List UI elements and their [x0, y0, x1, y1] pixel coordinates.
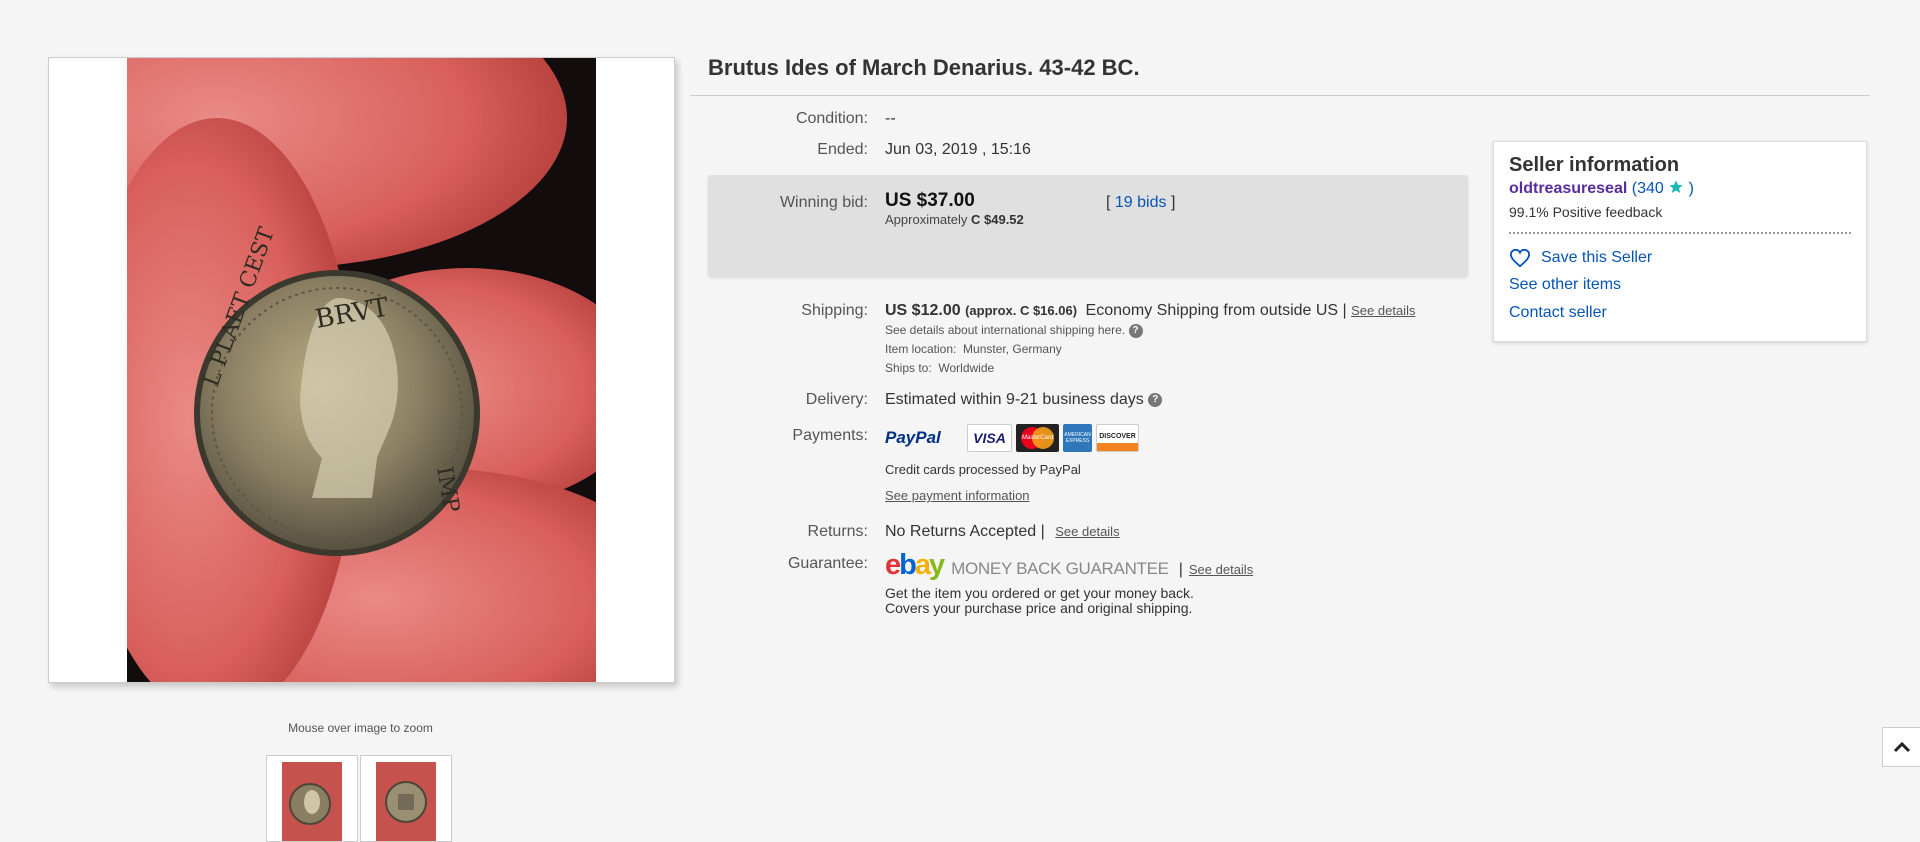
title-divider	[690, 95, 1870, 96]
returns-label: Returns:	[807, 523, 868, 540]
zoom-hint: Mouse over image to zoom	[288, 721, 433, 735]
ended-value: Jun 03, 2019 , 15:16	[885, 141, 1031, 158]
returns-value: No Returns Accepted |	[885, 523, 1045, 540]
shipping-see-details-link[interactable]: See details	[1351, 303, 1415, 318]
delivery-line: Estimated within 9-21 business days ?	[885, 391, 1163, 409]
thumbnail-1[interactable]	[266, 755, 358, 842]
payments-label: Payments:	[792, 427, 868, 444]
bid-history-link[interactable]: 19 bids	[1115, 194, 1167, 211]
guarantee-line: ebay MONEY BACK GUARANTEE | See details	[885, 549, 1253, 582]
item-title: Brutus Ides of March Denarius. 43-42 BC.	[708, 55, 1140, 80]
shipping-line: US $12.00 (approx. C $16.06) Economy Shi…	[885, 302, 1415, 320]
intl-shipping-text: See details about international shipping…	[885, 323, 1126, 337]
paypal-logo: PayPal	[885, 428, 941, 447]
discover-logo: DISCOVER	[1096, 424, 1139, 452]
positive-feedback: 99.1% Positive feedback	[1509, 204, 1663, 220]
delivery-value: Estimated within 9-21 business days	[885, 391, 1144, 408]
bid-count: [ 19 bids ]	[1106, 194, 1175, 212]
feedback-score-link[interactable]: 340	[1637, 180, 1664, 197]
amex-logo: AMERICAN EXPRESS	[1063, 424, 1092, 452]
guarantee-see-details-link[interactable]: See details	[1189, 562, 1253, 577]
intl-shipping-note: See details about international shipping…	[885, 323, 1143, 338]
guarantee-line-2: Covers your purchase price and original …	[885, 600, 1193, 616]
bids-bracket-close: ]	[1170, 194, 1176, 211]
thumbnail-2[interactable]	[360, 755, 452, 842]
seller-heading: Seller information	[1509, 154, 1680, 176]
seller-divider	[1509, 232, 1851, 234]
help-icon[interactable]: ?	[1128, 323, 1143, 338]
shipping-price: US $12.00	[885, 302, 961, 319]
item-location: Item location: Munster, Germany	[885, 342, 1062, 356]
item-location-label: Item location:	[885, 342, 957, 356]
save-seller-link[interactable]: Save this Seller	[1541, 249, 1652, 267]
shipping-method: Economy Shipping from outside US |	[1085, 302, 1347, 319]
shipping-approx: (approx. C $16.06)	[965, 303, 1078, 318]
returns-line: No Returns Accepted | See details	[885, 523, 1120, 541]
guarantee-label: Guarantee:	[787, 555, 868, 572]
chevron-up-icon	[1893, 741, 1911, 753]
save-seller-row[interactable]: Save this Seller	[1509, 248, 1851, 268]
guarantee-line-1: Get the item you ordered or get your mon…	[885, 585, 1194, 601]
guarantee-separator: |	[1178, 561, 1183, 578]
winning-bid-price: US $37.00	[885, 190, 975, 211]
back-to-top-button[interactable]	[1882, 727, 1920, 767]
delivery-label: Delivery:	[805, 391, 868, 408]
ebay-logo: ebay	[885, 549, 945, 581]
main-item-photo[interactable]: BRVT IMP L PLAET CEST	[127, 58, 596, 682]
ships-to-value: Worldwide	[938, 361, 995, 375]
guarantee-description: Get the item you ordered or get your mon…	[885, 586, 1194, 616]
heart-icon	[1509, 248, 1531, 268]
payment-info-link[interactable]: See payment information	[885, 488, 1030, 503]
approx-price: Approximately C $49.52	[885, 212, 1024, 227]
ended-label: Ended:	[817, 141, 868, 158]
winning-bid-label: Winning bid:	[779, 194, 868, 211]
visa-logo: VISA	[967, 424, 1012, 452]
contact-seller-link[interactable]: Contact seller	[1509, 304, 1851, 322]
item-location-value: Munster, Germany	[963, 342, 1062, 356]
cc-note: Credit cards processed by PayPal	[885, 462, 1081, 477]
condition-label: Condition:	[795, 110, 868, 127]
ships-to-label: Ships to:	[885, 361, 932, 375]
winning-bid-panel	[708, 175, 1468, 276]
thumbnail-1-graphic	[282, 762, 342, 841]
bids-bracket-open: [	[1106, 194, 1111, 211]
help-icon[interactable]: ?	[1148, 392, 1163, 407]
main-image-frame[interactable]: BRVT IMP L PLAET CEST	[48, 57, 675, 683]
returns-see-details-link[interactable]: See details	[1055, 524, 1119, 539]
seller-username-link[interactable]: oldtreasureseal	[1509, 180, 1627, 197]
approx-value: C $49.52	[971, 212, 1024, 227]
approx-prefix: Approximately	[885, 212, 968, 227]
seller-name-line: oldtreasureseal (340 )	[1509, 179, 1851, 198]
shipping-label: Shipping:	[801, 302, 868, 319]
see-other-items-link[interactable]: See other items	[1509, 276, 1851, 294]
coin-photo-graphic: BRVT IMP L PLAET CEST	[127, 58, 596, 682]
star-icon	[1668, 180, 1688, 197]
thumbnail-2-graphic	[376, 762, 436, 841]
condition-value: --	[885, 110, 896, 127]
ships-to: Ships to: Worldwide	[885, 361, 994, 375]
money-back-guarantee-text: MONEY BACK GUARANTEE	[951, 559, 1169, 578]
mastercard-logo: MasterCard	[1016, 424, 1059, 452]
feedback-score-close: )	[1688, 180, 1694, 197]
seller-info-card: Seller information oldtreasureseal (340 …	[1493, 141, 1867, 342]
